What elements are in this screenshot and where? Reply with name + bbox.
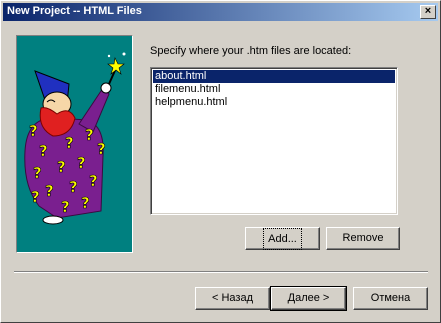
svg-text:?: ? (81, 194, 90, 212)
add-button-label: Add... (263, 228, 302, 250)
instruction-label: Specify where your .htm files are locate… (150, 45, 352, 57)
svg-text:?: ? (33, 164, 42, 182)
close-button[interactable]: × (420, 5, 436, 19)
window-title: New Project -- HTML Files (7, 5, 142, 17)
list-item[interactable]: filemenu.html (153, 83, 395, 96)
separator (14, 271, 428, 273)
svg-text:?: ? (61, 198, 70, 216)
cancel-button-label: Отмена (370, 292, 411, 304)
svg-text:?: ? (39, 142, 48, 160)
back-button-label: < Назад (212, 292, 253, 304)
svg-text:?: ? (77, 154, 86, 172)
remove-button-label: Remove (342, 232, 384, 244)
add-button[interactable]: Add... (245, 227, 320, 250)
next-button-label: Далее > (287, 292, 330, 304)
svg-text:?: ? (85, 126, 94, 144)
list-item[interactable]: helpmenu.html (153, 96, 395, 109)
remove-button[interactable]: Remove (326, 227, 400, 250)
cancel-button[interactable]: Отмена (353, 287, 428, 310)
html-files-listbox[interactable]: about.html filemenu.html helpmenu.html (150, 67, 398, 215)
svg-text:?: ? (29, 122, 38, 140)
wizard-icon: ? ? ? ? ? ? ? ? ? ? ? ? ? ? (24, 52, 126, 225)
svg-text:?: ? (57, 158, 66, 176)
close-icon: × (424, 5, 432, 17)
title-bar[interactable]: New Project -- HTML Files × (3, 3, 438, 21)
back-button[interactable]: < Назад (195, 287, 270, 310)
svg-text:?: ? (97, 140, 106, 158)
wizard-illustration: ? ? ? ? ? ? ? ? ? ? ? ? ? ? (16, 35, 133, 253)
list-item[interactable]: about.html (153, 70, 395, 83)
svg-text:?: ? (31, 188, 40, 206)
svg-text:?: ? (69, 178, 78, 196)
dialog-window: New Project -- HTML Files × ? ? ? ? ? ? … (0, 0, 441, 323)
svg-text:?: ? (65, 134, 74, 152)
svg-text:?: ? (45, 182, 54, 200)
next-button[interactable]: Далее > (270, 286, 347, 311)
svg-text:?: ? (89, 172, 98, 190)
